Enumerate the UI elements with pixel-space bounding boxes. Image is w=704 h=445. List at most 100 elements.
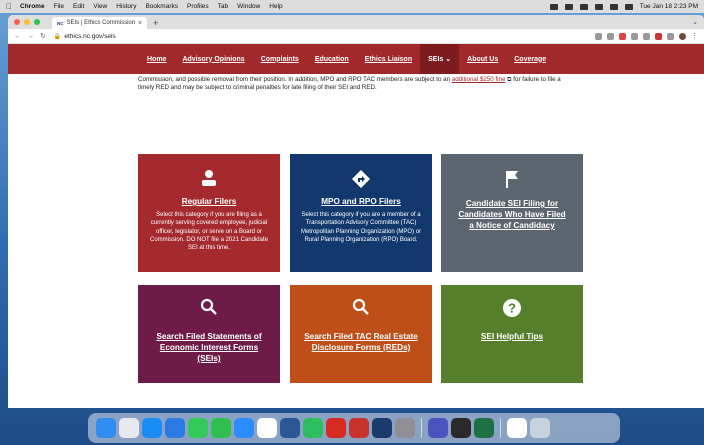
nav-complaints[interactable]: Complaints [253,44,307,74]
nav-seis[interactable]: SEIs ⌄ [420,44,460,74]
tab-search-chevron-icon[interactable]: ⌄ [692,18,698,26]
extension-icon[interactable] [579,3,588,10]
dock-facetime-icon[interactable] [211,418,231,438]
nav-seis-label: SEIs [428,55,444,63]
nav-advisory-opinions[interactable]: Advisory Opinions [174,44,252,74]
card-description: Select this category if you are a member… [300,212,422,243]
card-search-reds[interactable]: Search Filed TAC Real Estate Disclosure … [290,285,432,383]
menu-edit[interactable]: Edit [73,3,84,10]
dock-messages-icon[interactable] [188,418,208,438]
puzzle-icon[interactable] [667,32,674,40]
dock-trash-icon[interactable] [530,418,550,438]
lock-icon[interactable]: 🔒 [54,33,61,40]
battery-icon[interactable] [594,3,603,10]
direction-sign-icon [290,169,432,191]
nav-home[interactable]: Home [139,44,174,74]
browser-toolbar: ← → ↻ 🔒 ethics.nc.gov/seis ⋮ [8,29,704,44]
card-sei-helpful-tips[interactable]: ? SEI Helpful Tips [441,285,583,383]
spotlight-icon[interactable] [624,3,633,10]
search-icon [290,298,432,318]
dock-word-icon[interactable] [280,418,300,438]
card-search-seis[interactable]: Search Filed Statements of Economic Inte… [138,285,280,383]
tab-title: SEIs | Ethics Commission [66,20,136,26]
card-title[interactable]: Search Filed Statements of Economic Inte… [148,331,270,364]
card-title[interactable]: Search Filed TAC Real Estate Disclosure … [304,331,418,353]
dock-acrobat-icon[interactable] [326,418,346,438]
macos-menubar:  Chrome File Edit View History Bookmark… [0,0,704,13]
dock-settings-icon[interactable] [395,418,415,438]
extension-icon-3[interactable] [655,32,662,40]
nav-ethics-liaison[interactable]: Ethics Liaison [357,44,420,74]
dock-record-icon[interactable] [451,418,471,438]
forward-icon[interactable]: → [27,33,34,40]
page-content: Commission, and possible removal from th… [8,74,704,408]
bookmark-star-icon[interactable] [607,32,614,40]
site-nav: Home Advisory Opinions Complaints Educat… [8,44,704,74]
nav-education[interactable]: Education [307,44,357,74]
menu-help[interactable]: Help [269,3,282,10]
card-title[interactable]: SEI Helpful Tips [441,331,583,342]
minimize-window-button[interactable] [24,19,30,25]
card-description: Select this category if you are filing a… [150,212,268,252]
menu-file[interactable]: File [54,3,64,10]
dock-excel-icon[interactable] [474,418,494,438]
menu-window[interactable]: Window [237,3,260,10]
dock-icloud-icon[interactable] [165,418,185,438]
intro-paragraph: Commission, and possible removal from th… [138,76,578,93]
extension-icon[interactable] [631,32,638,40]
macos-dock [88,413,620,443]
svg-text:?: ? [508,301,516,316]
additional-fine-link[interactable]: additional $250 fine [452,76,506,83]
menu-view[interactable]: View [93,3,107,10]
menu-history[interactable]: History [116,3,136,10]
window-controls [14,19,40,25]
wifi-icon[interactable] [609,3,618,10]
cloud-status-icon[interactable] [549,3,558,10]
close-window-button[interactable] [14,19,20,25]
menu-bookmarks[interactable]: Bookmarks [145,3,178,10]
card-title[interactable]: MPO and RPO Filers [290,196,432,207]
browser-tab[interactable]: NC SEIs | Ethics Commission × [52,17,147,29]
profile-avatar[interactable] [679,32,686,40]
nav-coverage[interactable]: Coverage [506,44,554,74]
question-icon: ? [441,298,583,318]
dock-stack-icon[interactable] [349,418,369,438]
extension-red-icon[interactable] [619,32,626,40]
apple-icon[interactable]:  [6,2,12,11]
card-title[interactable]: Regular Filers [138,196,280,207]
browser-menu-icon[interactable]: ⋮ [691,32,698,40]
card-mpo-rpo-filers[interactable]: MPO and RPO Filers Select this category … [290,154,432,272]
dock-chrome-icon[interactable] [257,418,277,438]
share-icon[interactable] [595,32,602,40]
dock-teams-icon[interactable] [428,418,448,438]
close-tab-icon[interactable]: × [138,20,142,27]
menu-app-name[interactable]: Chrome [20,3,45,10]
dock-finder-icon[interactable] [96,418,116,438]
zoom-window-button[interactable] [34,19,40,25]
extension-icon-2[interactable] [643,32,650,40]
dock-files-icon[interactable] [507,418,527,438]
tab-strip: NC SEIs | Ethics Commission × + ⌄ [8,15,704,29]
browser-window: NC SEIs | Ethics Commission × + ⌄ ← → ↻ … [8,15,704,408]
dock-zoom-icon[interactable] [234,418,254,438]
menu-profiles[interactable]: Profiles [187,3,209,10]
dock-evernote-icon[interactable] [303,418,323,438]
menubar-clock[interactable]: Tue Jan 18 2:23 PM [640,3,698,10]
dock-preview-icon[interactable] [372,418,392,438]
card-title[interactable]: Candidate SEI Filing for Candidates Who … [455,198,569,231]
tab-favicon: NC [57,20,64,26]
chevron-down-icon: ⌄ [445,56,452,63]
dock-launchpad-icon[interactable] [119,418,139,438]
dock-app-store-icon[interactable] [142,418,162,438]
dock-separator [500,418,501,438]
card-regular-filers[interactable]: Regular Filers Select this category if y… [138,154,280,272]
menu-tab[interactable]: Tab [218,3,228,10]
card-candidate-sei[interactable]: Candidate SEI Filing for Candidates Who … [441,154,583,272]
nav-about-us[interactable]: About Us [459,44,506,74]
new-tab-button[interactable]: + [153,17,158,29]
address-bar[interactable]: ethics.nc.gov/seis [64,33,115,40]
back-icon[interactable]: ← [14,33,21,40]
reload-icon[interactable]: ↻ [40,32,46,40]
intro-text-before: Commission, and possible removal from th… [138,76,452,83]
security-icon[interactable] [564,3,573,10]
